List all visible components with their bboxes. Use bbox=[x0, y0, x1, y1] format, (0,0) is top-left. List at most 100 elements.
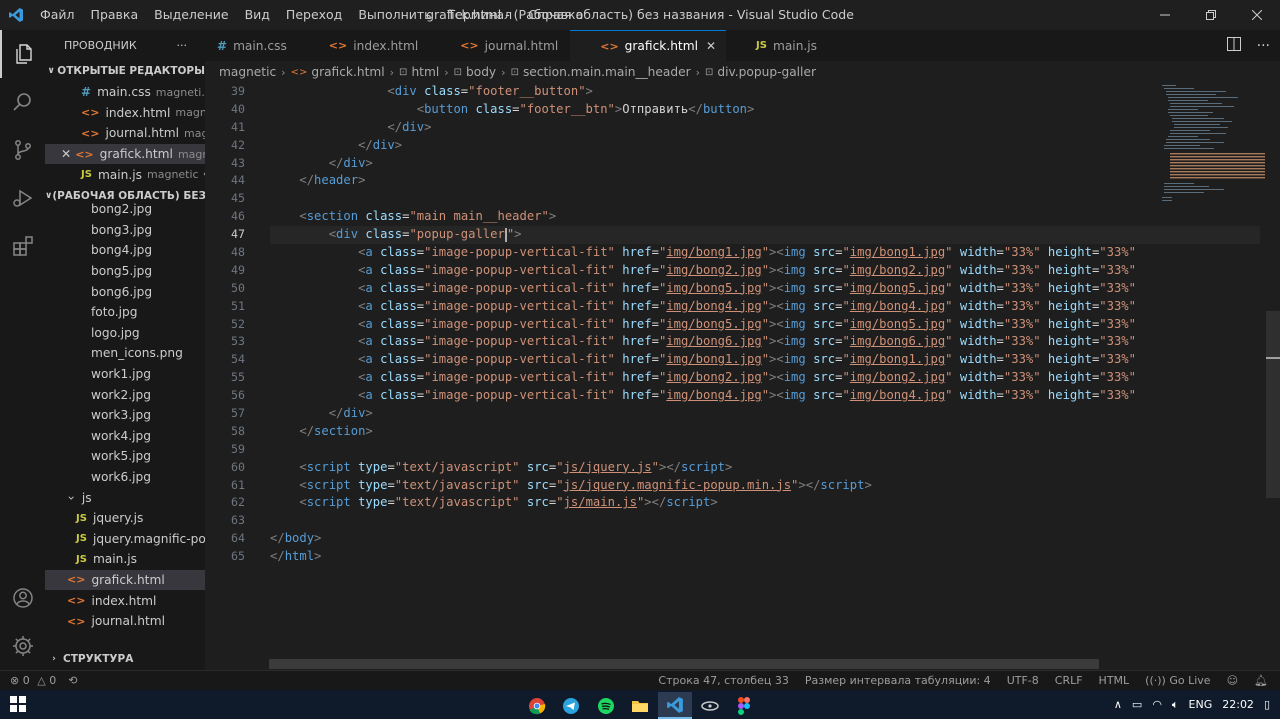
more-actions-icon[interactable]: ··· bbox=[177, 39, 188, 52]
chevron-up-icon[interactable]: ∧ bbox=[1114, 698, 1122, 711]
code-line[interactable]: <script type="text/javascript" src="js/j… bbox=[270, 459, 1260, 477]
open-editor-item[interactable]: <> index.html magne... bbox=[45, 103, 205, 124]
file-item[interactable]: work3.jpg bbox=[45, 405, 205, 426]
close-icon[interactable]: ✕ bbox=[706, 39, 716, 53]
menu-selection[interactable]: Выделение bbox=[146, 0, 236, 30]
file-item[interactable]: work1.jpg bbox=[45, 364, 205, 385]
code-line[interactable]: <script type="text/javascript" src="js/j… bbox=[270, 477, 1260, 495]
go-live-button[interactable]: ((·)) Go Live bbox=[1145, 674, 1210, 687]
tab-grafick-html[interactable]: <> grafick.html ✕ bbox=[570, 30, 727, 61]
explorer-icon[interactable] bbox=[0, 30, 45, 78]
file-item[interactable]: work6.jpg bbox=[45, 467, 205, 488]
breadcrumb-item-body[interactable]: body bbox=[466, 65, 496, 79]
code-line[interactable] bbox=[270, 441, 1260, 459]
notification-center-icon[interactable]: ▯ bbox=[1264, 698, 1270, 711]
menu-view[interactable]: Вид bbox=[237, 0, 278, 30]
code-line[interactable]: </html> bbox=[270, 548, 1260, 566]
code-line[interactable] bbox=[270, 190, 1260, 208]
accounts-icon[interactable] bbox=[0, 574, 45, 622]
code-line[interactable]: <a class="image-popup-vertical-fit" href… bbox=[270, 351, 1260, 369]
open-editor-item[interactable]: <> journal.html mag... bbox=[45, 123, 205, 144]
code-line[interactable]: <section class="main main__header"> bbox=[270, 208, 1260, 226]
notifications-bell-icon[interactable]: 🔔︎ bbox=[1254, 674, 1268, 687]
run-debug-icon[interactable] bbox=[0, 174, 45, 222]
file-item[interactable]: work4.jpg bbox=[45, 426, 205, 447]
open-editor-item[interactable]: ✕ <> grafick.html magn... bbox=[45, 143, 205, 165]
file-item[interactable]: <> index.html bbox=[45, 590, 205, 611]
windows-start-icon[interactable] bbox=[10, 696, 26, 712]
code-line[interactable]: <a class="image-popup-vertical-fit" href… bbox=[270, 369, 1260, 387]
menu-terminal[interactable]: Терминал bbox=[440, 0, 521, 30]
battery-icon[interactable]: ▭ bbox=[1132, 698, 1142, 711]
horizontal-scrollbar[interactable] bbox=[269, 659, 1099, 669]
tab-journal-html[interactable]: <> journal.html bbox=[430, 30, 571, 61]
tab-main-js[interactable]: JS main.js bbox=[726, 30, 830, 61]
code-line[interactable]: <a class="image-popup-vertical-fit" href… bbox=[270, 333, 1260, 351]
folder-item[interactable]: › js bbox=[45, 487, 205, 508]
open-editor-item[interactable]: # main.css magneti... bbox=[45, 82, 205, 103]
breadcrumb-item-section[interactable]: section.main.main__header bbox=[523, 65, 691, 79]
file-item[interactable]: foto.jpg bbox=[45, 302, 205, 323]
code-line[interactable]: <a class="image-popup-vertical-fit" href… bbox=[270, 262, 1260, 280]
telegram-icon[interactable] bbox=[554, 692, 588, 719]
breadcrumb-item-html[interactable]: html bbox=[411, 65, 439, 79]
file-item[interactable]: work2.jpg bbox=[45, 384, 205, 405]
code-line[interactable]: </div> bbox=[270, 119, 1260, 137]
wifi-icon[interactable]: ◠ bbox=[1152, 698, 1162, 711]
open-editor-item[interactable]: JS main.js magnetic •... bbox=[45, 164, 205, 185]
spotify-icon[interactable] bbox=[589, 692, 623, 719]
problems-indicator[interactable]: ⊗ 0 △ 0 bbox=[10, 674, 56, 687]
more-actions-icon[interactable]: ··· bbox=[1257, 38, 1270, 54]
app-icon[interactable] bbox=[693, 692, 727, 719]
file-item[interactable]: JS main.js bbox=[45, 549, 205, 570]
code-line[interactable]: </div> bbox=[270, 137, 1260, 155]
feedback-icon[interactable]: ☺ bbox=[1227, 674, 1238, 687]
figma-icon[interactable] bbox=[727, 692, 761, 719]
file-item[interactable]: logo.jpg bbox=[45, 323, 205, 344]
tab-index-html[interactable]: <> index.html bbox=[298, 30, 431, 61]
file-item[interactable]: bong4.jpg bbox=[45, 240, 205, 261]
breadcrumb-item-div[interactable]: div.popup-galler bbox=[717, 65, 816, 79]
file-explorer-icon[interactable] bbox=[623, 692, 657, 719]
outline-header[interactable]: › СТРУКТУРА bbox=[45, 648, 205, 670]
code-line[interactable]: </div> bbox=[270, 405, 1260, 423]
keyboard-language[interactable]: ENG bbox=[1189, 698, 1213, 711]
split-editor-icon[interactable] bbox=[1226, 36, 1241, 55]
menu-file[interactable]: Файл bbox=[32, 0, 83, 30]
code-line[interactable]: <a class="image-popup-vertical-fit" href… bbox=[270, 387, 1260, 405]
indentation[interactable]: Размер интервала табуляции: 4 bbox=[805, 674, 991, 687]
code-line[interactable]: <a class="image-popup-vertical-fit" href… bbox=[270, 244, 1260, 262]
code-line[interactable]: </section> bbox=[270, 423, 1260, 441]
open-editors-header[interactable]: ∨ ОТКРЫТЫЕ РЕДАКТОРЫ bbox=[45, 60, 205, 82]
file-item[interactable]: JS jquery.js bbox=[45, 508, 205, 529]
code-line[interactable]: <a class="image-popup-vertical-fit" href… bbox=[270, 316, 1260, 334]
code-line[interactable]: </body> bbox=[270, 530, 1260, 548]
code-line[interactable]: <div class="footer__button"> bbox=[270, 83, 1260, 101]
extensions-icon[interactable] bbox=[0, 222, 45, 270]
code-line[interactable]: <a class="image-popup-vertical-fit" href… bbox=[270, 298, 1260, 316]
menu-go[interactable]: Переход bbox=[278, 0, 350, 30]
breadcrumb-item-folder[interactable]: magnetic bbox=[219, 65, 276, 79]
code-editor[interactable]: 39 40 41 42 43 44 45 46 47 48 49 50 51 52 53 54 55 56 57 58… bbox=[205, 83, 1260, 670]
breadcrumb-item-file[interactable]: grafick.html bbox=[311, 65, 384, 79]
menu-run[interactable]: Выполнить bbox=[350, 0, 439, 30]
file-item[interactable]: <> journal.html bbox=[45, 611, 205, 632]
file-item[interactable]: <> grafick.html bbox=[45, 569, 205, 591]
tab-main-css[interactable]: # main.css bbox=[205, 30, 299, 61]
code-line[interactable] bbox=[270, 512, 1260, 530]
maximize-button[interactable] bbox=[1188, 0, 1234, 30]
file-item[interactable]: JS jquery.magnific-po... bbox=[45, 528, 205, 549]
vertical-scrollbar[interactable] bbox=[1266, 311, 1280, 498]
close-window-button[interactable] bbox=[1234, 0, 1280, 30]
source-control-icon[interactable] bbox=[0, 126, 45, 174]
minimize-button[interactable] bbox=[1142, 0, 1188, 30]
cursor-position[interactable]: Строка 47, столбец 33 bbox=[658, 674, 788, 687]
file-item[interactable]: bong6.jpg bbox=[45, 281, 205, 302]
search-icon[interactable] bbox=[0, 78, 45, 126]
live-share-icon[interactable]: ⟲ bbox=[68, 674, 77, 687]
minimap[interactable] bbox=[1160, 83, 1270, 213]
encoding[interactable]: UTF-8 bbox=[1007, 674, 1039, 687]
code-line[interactable]: <div class="popup-galler "> bbox=[270, 226, 1260, 245]
file-item[interactable]: men_icons.png bbox=[45, 343, 205, 364]
code-line[interactable]: <a class="image-popup-vertical-fit" href… bbox=[270, 280, 1260, 298]
